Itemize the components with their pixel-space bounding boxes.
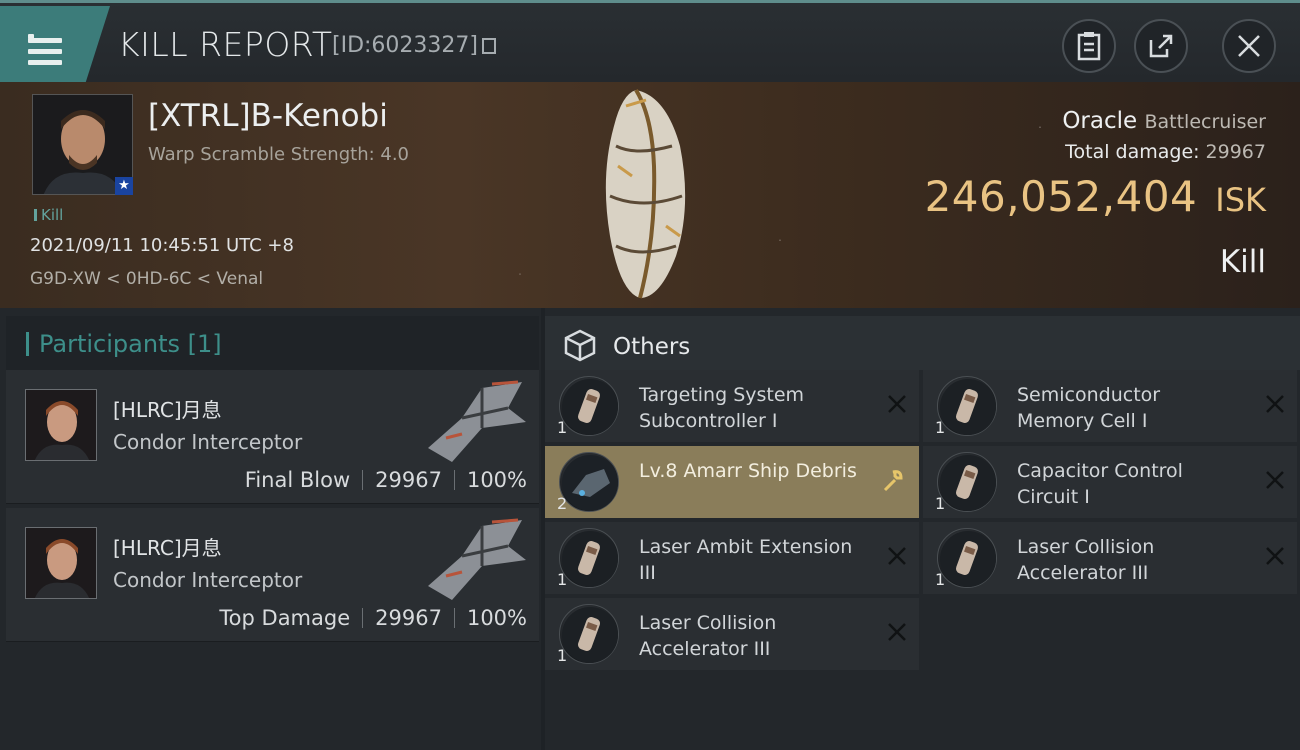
report-id: [ID:6023327] [332, 33, 496, 58]
page-title: KILL REPORT [118, 25, 333, 64]
item-label: Semiconductor Memory Cell I [1017, 384, 1161, 432]
participant-percent: 100% [466, 468, 527, 492]
clipboard-button[interactable] [1062, 19, 1116, 73]
star-badge-icon: ★ [115, 177, 133, 195]
kill-tag: Kill [34, 206, 63, 224]
item-quantity: 1 [557, 570, 568, 589]
menu-button[interactable] [0, 6, 110, 82]
report-id-text: [ID:6023327] [332, 33, 478, 58]
share-icon [1149, 34, 1173, 58]
participants-panel: Participants [1] [HLRC]月息 Condor Interce… [0, 308, 541, 750]
participant-ship-image [428, 518, 526, 600]
participant-damage: 29967 [375, 468, 442, 492]
total-damage: Total damage: 29967 [1065, 141, 1266, 163]
loot-item[interactable]: 1 Capacitor Control Circuit I [923, 446, 1297, 518]
item-quantity: 1 [557, 646, 568, 665]
loot-item[interactable]: 1 Laser Ambit Extension III [545, 522, 919, 594]
header-bar: KILL REPORT [ID:6023327] [0, 0, 1300, 82]
item-quantity: 2 [557, 494, 568, 513]
divider [453, 608, 455, 628]
destroyed-x-icon [1265, 394, 1285, 414]
destroyed-x-icon [1265, 546, 1285, 566]
victim-name[interactable]: [XTRL]B-Kenobi [148, 98, 388, 134]
isk-amount: 246,052,404 [924, 172, 1198, 221]
loot-item[interactable]: 1 Targeting System Subcontroller I [545, 370, 919, 442]
debris-icon [559, 452, 619, 512]
item-label: Laser Ambit Extension III [639, 536, 853, 584]
menu-icon [28, 30, 62, 71]
participant-name[interactable]: [HLRC]月息 [113, 532, 222, 561]
participant-role: Top Damage [219, 606, 351, 630]
wrench-icon[interactable] [879, 468, 905, 498]
copy-icon[interactable] [482, 38, 496, 54]
rig-icon [937, 376, 997, 436]
participant-row[interactable]: [HLRC]月息 Condor Interceptor Final Blow 2… [6, 370, 539, 504]
destroyed-x-icon [1265, 470, 1285, 490]
rig-icon [559, 604, 619, 664]
participant-damage: 29967 [375, 606, 442, 630]
divider [362, 470, 364, 490]
rig-icon [937, 452, 997, 512]
others-header: Others [545, 316, 1300, 370]
item-quantity: 1 [557, 418, 568, 437]
participants-header: Participants [1] [6, 316, 539, 370]
item-label: Laser Collision Accelerator III [1017, 536, 1155, 584]
kill-datetime: 2021/09/11 10:45:51 UTC +8 [30, 235, 294, 256]
loot-item[interactable]: 1 Laser Collision Accelerator III [545, 598, 919, 670]
participant-role: Final Blow [244, 468, 351, 492]
isk-value: 246,052,404 ISK [925, 172, 1266, 221]
participant-avatar[interactable] [25, 527, 97, 599]
close-button[interactable] [1222, 19, 1276, 73]
loot-item[interactable]: 2 Lv.8 Amarr Ship Debris [545, 446, 919, 518]
cube-icon [564, 329, 596, 362]
victim-ship-image[interactable] [596, 86, 694, 302]
participant-row[interactable]: [HLRC]月息 Condor Interceptor Top Damage 2… [6, 508, 539, 642]
participant-ship-image [428, 380, 526, 462]
others-panel: Others 1 Targeting System Subcontroller I… [545, 308, 1300, 750]
item-label: Capacitor Control Circuit I [1017, 460, 1183, 508]
participant-ship: Condor Interceptor [113, 430, 303, 454]
destroyed-x-icon [887, 622, 907, 642]
victim-panel: ★ [XTRL]B-Kenobi Warp Scramble Strength:… [0, 82, 1300, 308]
item-label: Targeting System Subcontroller I [639, 384, 805, 432]
divider [362, 608, 364, 628]
clipboard-icon [1077, 32, 1101, 61]
item-quantity: 1 [935, 494, 946, 513]
loot-item[interactable]: 1 Semiconductor Memory Cell I [923, 370, 1297, 442]
participant-avatar-image [26, 528, 96, 598]
participant-stats: Final Blow 29967 100% [245, 468, 527, 492]
ship-class: Battlecruiser [1144, 111, 1266, 133]
total-damage-value: 29967 [1205, 141, 1266, 163]
total-damage-label: Total damage: [1065, 141, 1200, 163]
participant-avatar[interactable] [25, 389, 97, 461]
participant-ship: Condor Interceptor [113, 568, 303, 592]
item-quantity: 1 [935, 570, 946, 589]
rig-icon [937, 528, 997, 588]
participant-avatar-image [26, 390, 96, 460]
item-label: Laser Collision Accelerator III [639, 612, 777, 660]
destroyed-x-icon [887, 394, 907, 414]
ship-name: Oracle [1062, 108, 1138, 134]
item-quantity: 1 [935, 418, 946, 437]
participants-title: Participants [1] [26, 330, 222, 358]
loot-item[interactable]: 1 Laser Collision Accelerator III [923, 522, 1297, 594]
isk-unit: ISK [1215, 181, 1266, 219]
others-title: Others [613, 334, 691, 360]
close-icon [1238, 35, 1260, 57]
result-label: Kill [1219, 244, 1266, 280]
victim-ship: Oracle Battlecruiser [1062, 108, 1266, 134]
rig-icon [559, 528, 619, 588]
warp-scramble-strength: Warp Scramble Strength: 4.0 [148, 144, 410, 165]
participant-name[interactable]: [HLRC]月息 [113, 394, 222, 423]
destroyed-x-icon [887, 546, 907, 566]
share-button[interactable] [1134, 19, 1188, 73]
divider [453, 470, 455, 490]
participant-percent: 100% [466, 606, 527, 630]
kill-location: G9D-XW < 0HD-6C < Venal [30, 269, 264, 289]
rig-icon [559, 376, 619, 436]
participant-stats: Top Damage 29967 100% [219, 606, 527, 630]
item-label: Lv.8 Amarr Ship Debris [639, 460, 857, 482]
